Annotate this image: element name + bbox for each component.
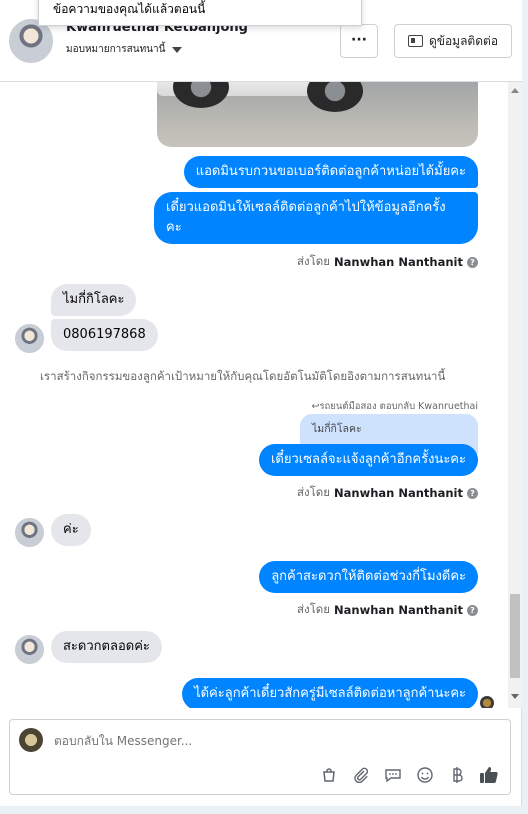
help-icon[interactable]: ? (467, 256, 478, 268)
attachment-icon[interactable] (350, 764, 372, 786)
car-photo-attachment[interactable] (157, 82, 478, 147)
message-composer (9, 719, 511, 795)
sent-by-label: ส่งโดย Nanwhan Nanthanit ? (297, 484, 478, 502)
sent-by-prefix: ส่งโดย (296, 485, 331, 499)
seen-indicator-avatar (480, 696, 494, 708)
composer-toolbar (318, 764, 500, 786)
scrollbar[interactable] (508, 82, 522, 708)
sent-by-prefix: ส่งโดย (296, 254, 331, 268)
incoming-message[interactable]: ไมกี่กิโลคะ (51, 284, 137, 316)
message-text: คะ (166, 220, 182, 235)
car-image-tire (307, 82, 363, 112)
incoming-message[interactable]: 0806197868 (51, 319, 158, 351)
view-contact-button[interactable]: ดูข้อมูลติดต่อ (394, 24, 512, 58)
outgoing-message[interactable]: เดี๋ยวเซลล์จะแจ้งลูกค้าอีกครั้งนะคะ (258, 444, 478, 476)
conversation-panel: Kwanruethai Ketbanjong มอบหมายการสนทนานี… (0, 0, 522, 806)
sent-by-prefix: ส่งโดย (296, 602, 331, 616)
scroll-up-arrow-icon[interactable] (511, 88, 519, 93)
tooltip: ข้อความของคุณได้แล้วตอนนี้ (38, 0, 362, 26)
scroll-down-arrow-icon[interactable] (511, 694, 519, 699)
outgoing-message[interactable]: ได้ค่ะลูกค้าเดี๋ยวสักครู่มีเซลล์ติดต่อหา… (182, 678, 478, 708)
reply-context-label: ↩รถยนต์มือสอง ตอบกลับ Kwanruethai (311, 401, 478, 412)
emoji-icon[interactable] (414, 764, 436, 786)
chat-bubble-icon[interactable] (382, 764, 404, 786)
caret-down-icon (172, 46, 183, 53)
reply-input[interactable] (54, 734, 354, 748)
more-options-button[interactable]: ··· (340, 24, 378, 58)
incoming-message[interactable]: สะดวกตลอดค่ะ (51, 631, 162, 663)
incoming-message[interactable]: ค่ะ (51, 514, 91, 546)
contact-card-icon (407, 35, 423, 47)
outgoing-message[interactable]: แอดมินรบกวนขอเบอร์ติดต่อลูกค้าหน่อยได้มั… (183, 156, 478, 188)
help-icon[interactable]: ? (467, 487, 478, 499)
view-contact-label: ดูข้อมูลติดต่อ (428, 33, 499, 48)
help-icon[interactable]: ? (467, 604, 478, 616)
outgoing-message[interactable]: เดี๋ยวแอดมินให้เซลล์ติดต่อลูกค้าไปให้ข้อ… (154, 192, 478, 244)
outgoing-message[interactable]: ลูกค้าสะดวกให้ติดต่อช่วงกี่โมงดีคะ (259, 561, 478, 593)
avatar[interactable] (15, 518, 44, 547)
page-avatar (19, 728, 43, 752)
car-image-tire (173, 82, 229, 108)
assign-label: มอบหมายการสนทนานี้ (66, 44, 166, 55)
system-notice: เราสร้างกิจกรรมของลูกค้าเป้าหมายให้กับคุ… (40, 369, 446, 383)
message-thread[interactable]: แอดมินรบกวนขอเบอร์ติดต่อลูกค้าหน่อยได้มั… (0, 82, 508, 708)
baht-icon[interactable] (446, 764, 468, 786)
shopping-bag-icon[interactable] (318, 764, 340, 786)
assign-conversation-dropdown[interactable]: มอบหมายการสนทนานี้ (66, 42, 183, 57)
sender-name[interactable]: Nanwhan Nanthanit (334, 255, 463, 269)
avatar[interactable] (15, 324, 44, 353)
sender-name[interactable]: Nanwhan Nanthanit (334, 603, 463, 617)
thumbs-up-icon[interactable] (478, 764, 500, 786)
avatar[interactable] (15, 635, 44, 664)
message-text: เดี๋ยวแอดมินให้เซลล์ติดต่อลูกค้าไปให้ข้อ… (166, 200, 446, 215)
sent-by-label: ส่งโดย Nanwhan Nanthanit ? (297, 253, 478, 271)
sender-name[interactable]: Nanwhan Nanthanit (334, 486, 463, 500)
sent-by-label: ส่งโดย Nanwhan Nanthanit ? (297, 601, 478, 619)
scrollbar-thumb[interactable] (510, 594, 520, 678)
